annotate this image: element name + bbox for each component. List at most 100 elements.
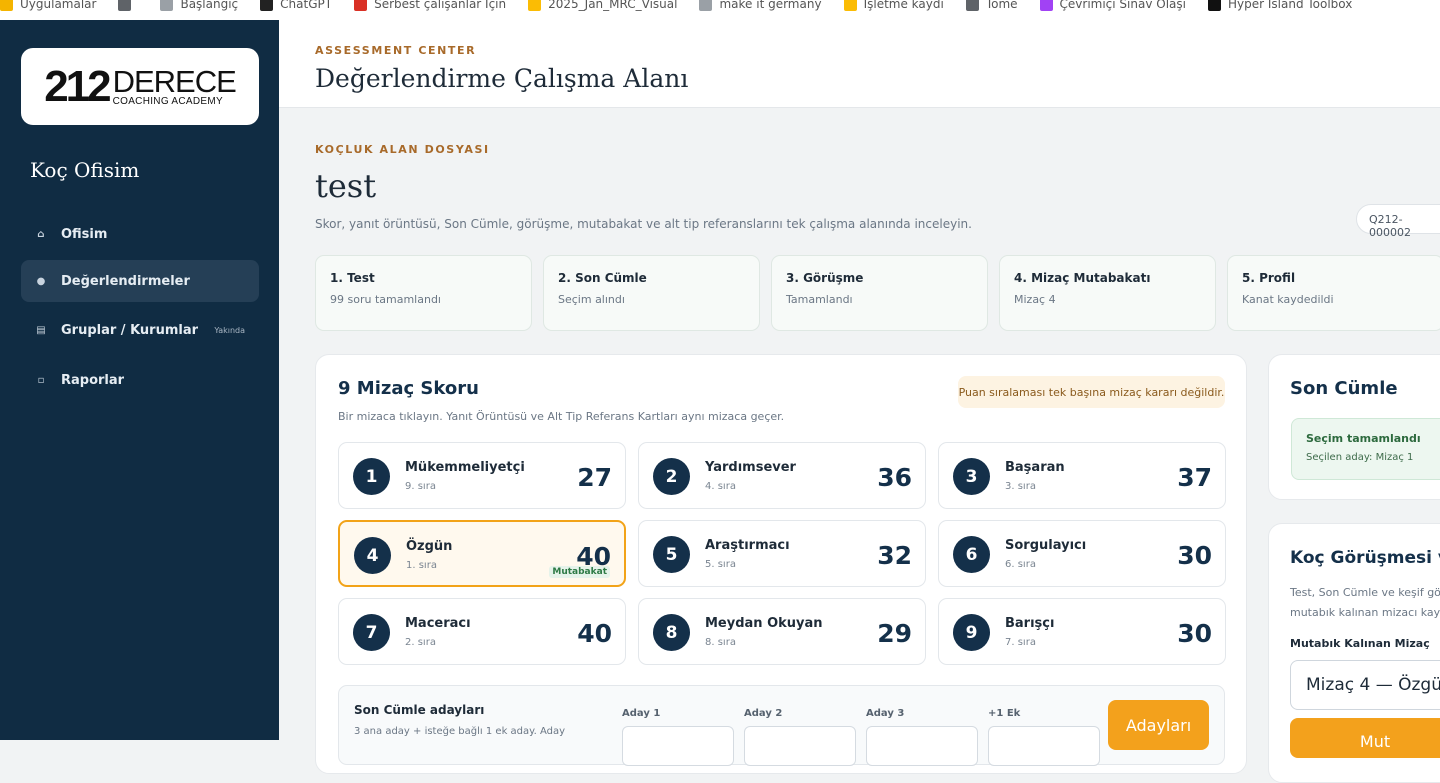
site-icon bbox=[160, 0, 174, 11]
type-rank: 7. sıra bbox=[1005, 637, 1036, 648]
site-icon bbox=[699, 0, 713, 11]
candidate-label: Aday 1 bbox=[622, 708, 661, 719]
candidates-button[interactable]: Adayları bbox=[1108, 700, 1209, 750]
step-card[interactable]: 5. Profil Kanat kaydedildi bbox=[1227, 255, 1440, 331]
site-icon bbox=[1039, 0, 1053, 11]
top-header: ASSESSMENT CENTER Değerlendirme Çalışma … bbox=[279, 20, 1440, 108]
type-score: 37 bbox=[1177, 463, 1212, 492]
type-score-card[interactable]: 4 Özgün 1. sıra 40 Mutabakat bbox=[338, 520, 626, 587]
agreed-type-select[interactable]: Mizaç 4 — Özgün bbox=[1290, 660, 1440, 710]
bookmark-item[interactable] bbox=[118, 0, 138, 11]
chatgpt-icon bbox=[260, 0, 274, 11]
type-score-card[interactable]: 9 Barışçı 7. sıra 30 bbox=[938, 598, 1226, 665]
bookmark-item[interactable]: Çevrimiçi Sınav Olaşı bbox=[1039, 0, 1186, 11]
type-score: 30 bbox=[1177, 619, 1212, 648]
logo-number: 212 bbox=[44, 61, 111, 111]
type-name: Yardımsever bbox=[705, 460, 796, 475]
type-score-card[interactable]: 8 Meydan Okuyan 8. sıra 29 bbox=[638, 598, 926, 665]
type-rank: 1. sıra bbox=[406, 560, 437, 571]
type-name: Sorgulayıcı bbox=[1005, 538, 1087, 553]
site-icon bbox=[354, 0, 368, 11]
candidate-input[interactable] bbox=[988, 726, 1100, 766]
bookmark-label: make it germany bbox=[719, 0, 822, 11]
bookmark-item[interactable]: Başlangıç bbox=[160, 0, 238, 11]
type-rank: 6. sıra bbox=[1005, 559, 1036, 570]
gorusme-desc-1: Test, Son Cümle ve keşif gö bbox=[1290, 586, 1440, 599]
type-name: Başaran bbox=[1005, 460, 1065, 475]
file-code-badge: Q212-000002 bbox=[1356, 204, 1440, 239]
agree-button[interactable]: Mut bbox=[1290, 718, 1440, 758]
sidebar: 212 DERECE COACHING ACADEMY Koç Ofisim ⌂… bbox=[0, 20, 279, 740]
type-name: Mükemmeliyetçi bbox=[405, 460, 525, 475]
step-status: 99 soru tamamlandı bbox=[330, 293, 441, 306]
type-rank: 2. sıra bbox=[405, 637, 436, 648]
step-card[interactable]: 1. Test 99 soru tamamlandı bbox=[315, 255, 532, 331]
agreed-type-label: Mutabık Kalınan Mizaç bbox=[1290, 637, 1430, 650]
type-name: Özgün bbox=[406, 539, 453, 554]
son-cumle-title: Son Cümle bbox=[1290, 378, 1398, 399]
sidebar-item-label: Gruplar / Kurumlar bbox=[61, 322, 199, 338]
bookmark-label: Hyper Island Toolbox bbox=[1227, 0, 1353, 11]
coming-soon-badge: Yakında bbox=[214, 325, 245, 335]
bookmark-item[interactable]: Serbest çalışanlar İçin bbox=[354, 0, 506, 11]
type-rank: 8. sıra bbox=[705, 637, 736, 648]
type-score-card[interactable]: 6 Sorgulayıcı 6. sıra 30 bbox=[938, 520, 1226, 587]
sidebar-item-degerlendirmeler[interactable]: ● Değerlendirmeler bbox=[21, 260, 259, 302]
type-score-card[interactable]: 2 Yardımsever 4. sıra 36 bbox=[638, 442, 926, 509]
candidate-input[interactable] bbox=[866, 726, 978, 766]
type-number-badge: 5 bbox=[653, 536, 690, 573]
type-name: Maceracı bbox=[405, 616, 471, 631]
son-cumle-status-box bbox=[1291, 418, 1440, 480]
bookmark-item[interactable]: Hyper Island Toolbox bbox=[1207, 0, 1353, 11]
step-status: Tamamlandı bbox=[786, 293, 853, 306]
candidate-input[interactable] bbox=[622, 726, 734, 766]
step-card[interactable]: 4. Mizaç Mutabakatı Mizaç 4 bbox=[999, 255, 1216, 331]
bookmark-label: 2025_Jan_MRC_Visual bbox=[548, 0, 678, 11]
site-icon bbox=[965, 0, 979, 11]
type-number-badge: 7 bbox=[353, 614, 390, 651]
step-card[interactable]: 3. Görüşme Tamamlandı bbox=[771, 255, 988, 331]
page-title: Değerlendirme Çalışma Alanı bbox=[315, 64, 689, 93]
type-score-card[interactable]: 7 Maceracı 2. sıra 40 bbox=[338, 598, 626, 665]
scores-description: Bir mizaca tıklayın. Yanıt Örüntüsü ve A… bbox=[338, 410, 785, 423]
bookmark-label: Tome bbox=[985, 0, 1018, 11]
type-name: Barışçı bbox=[1005, 616, 1055, 631]
type-number-badge: 8 bbox=[653, 614, 690, 651]
file-eyebrow: KOÇLUK ALAN DOSYASI bbox=[315, 143, 490, 156]
step-title: 4. Mizaç Mutabakatı bbox=[1014, 271, 1151, 285]
sidebar-item-ofisim[interactable]: ⌂ Ofisim bbox=[21, 213, 259, 255]
type-number-badge: 2 bbox=[653, 458, 690, 495]
bookmarks-bar: Uygulamalar Başlangıç ChatGPT Serbest çalış… bbox=[0, 0, 1440, 20]
son-cumle-status: Seçim tamamlandı bbox=[1306, 432, 1421, 445]
type-score-card[interactable]: 3 Başaran 3. sıra 37 bbox=[938, 442, 1226, 509]
candidate-input[interactable] bbox=[744, 726, 856, 766]
sidebar-item-gruplar[interactable]: ▤ Gruplar / Kurumlar Yakında bbox=[21, 309, 259, 351]
bookmark-item[interactable]: ChatGPT bbox=[260, 0, 332, 11]
type-number-badge: 9 bbox=[953, 614, 990, 651]
type-number-badge: 3 bbox=[953, 458, 990, 495]
type-score-card[interactable]: 1 Mükemmeliyetçi 9. sıra 27 bbox=[338, 442, 626, 509]
logo-word: DERECE bbox=[112, 64, 237, 99]
bookmark-label: Çevrimiçi Sınav Olaşı bbox=[1059, 0, 1186, 11]
bookmark-item[interactable]: Tome bbox=[965, 0, 1018, 11]
bookmark-item[interactable]: 2025_Jan_MRC_Visual bbox=[528, 0, 677, 11]
sidebar-item-raporlar[interactable]: ▫ Raporlar bbox=[21, 359, 259, 401]
folder-icon bbox=[528, 0, 542, 11]
brand-logo[interactable]: 212 DERECE COACHING ACADEMY bbox=[21, 48, 259, 125]
bookmark-item[interactable]: Uygulamalar bbox=[0, 0, 96, 11]
step-title: 2. Son Cümle bbox=[558, 271, 647, 285]
type-name: Araştırmacı bbox=[705, 538, 790, 553]
candidate-label: Aday 3 bbox=[866, 708, 905, 719]
bookmark-label: Başlangıç bbox=[180, 0, 239, 11]
apps-icon bbox=[118, 0, 132, 11]
step-card[interactable]: 2. Son Cümle Seçim alındı bbox=[543, 255, 760, 331]
type-score-card[interactable]: 5 Araştırmacı 5. sıra 32 bbox=[638, 520, 926, 587]
type-score: 32 bbox=[877, 541, 912, 570]
bookmark-item[interactable]: make it germany bbox=[699, 0, 822, 11]
type-rank: 9. sıra bbox=[405, 481, 436, 492]
type-score: 29 bbox=[877, 619, 912, 648]
step-status: Mizaç 4 bbox=[1014, 293, 1056, 306]
type-score: 27 bbox=[577, 463, 612, 492]
bookmark-item[interactable]: İşletme kaydı bbox=[843, 0, 944, 11]
bookmark-label: Serbest çalışanlar İçin bbox=[374, 0, 507, 11]
